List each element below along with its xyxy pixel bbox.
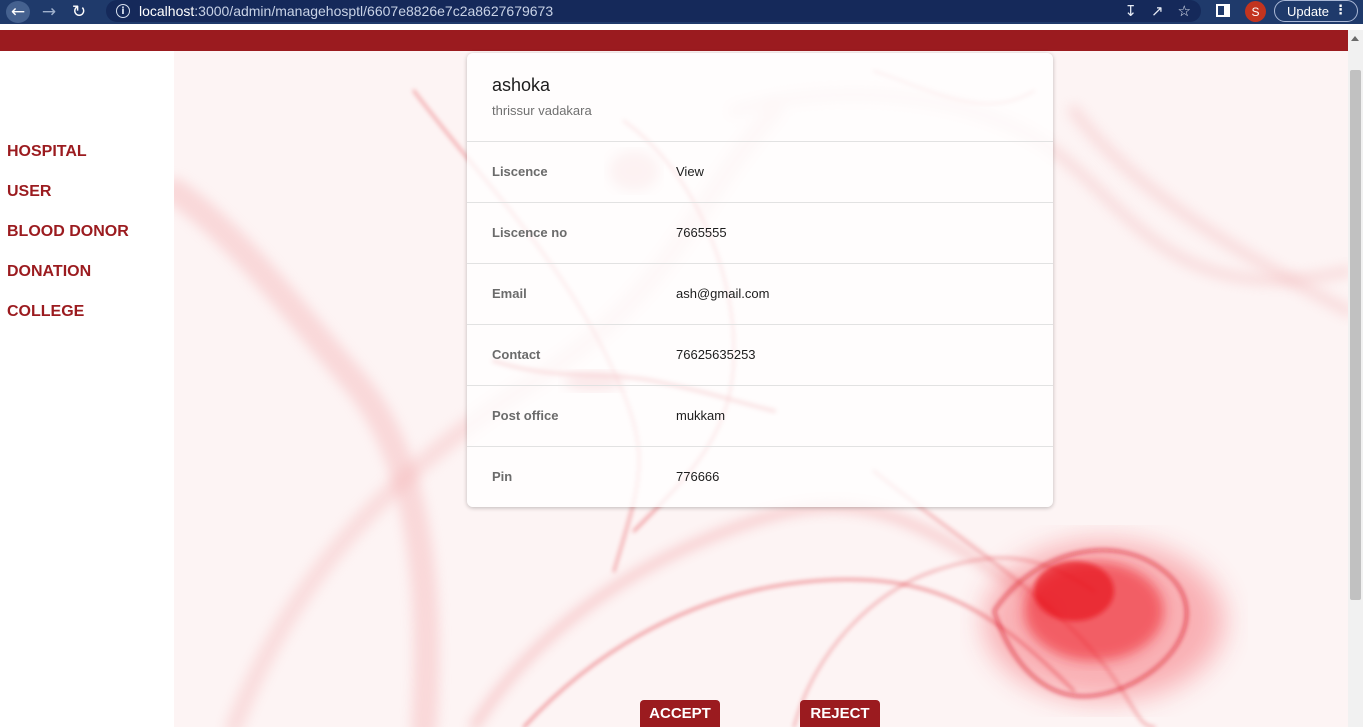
share-icon[interactable]: ↗ bbox=[1151, 2, 1164, 20]
url-host: localhost bbox=[139, 3, 195, 19]
side-panel-icon[interactable] bbox=[1216, 4, 1230, 17]
detail-label: Email bbox=[492, 286, 527, 301]
sidebar-item-college[interactable]: COLLEGE bbox=[7, 303, 84, 321]
detail-value: 76625635253 bbox=[676, 347, 756, 362]
detail-row-liscence: Liscence View bbox=[467, 141, 1053, 202]
sidebar-item-donation[interactable]: DONATION bbox=[7, 263, 91, 281]
detail-row-pin: Pin 776666 bbox=[467, 446, 1053, 507]
reject-button[interactable]: REJECT bbox=[800, 700, 880, 727]
hospital-detail-card: ashoka thrissur vadakara Liscence View L… bbox=[467, 53, 1053, 507]
hospital-name: ashoka bbox=[492, 75, 551, 95]
back-arrow-icon[interactable]: ← bbox=[6, 1, 30, 23]
accept-button[interactable]: ACCEPT bbox=[640, 700, 720, 727]
sidebar-item-user[interactable]: USER bbox=[7, 183, 51, 201]
detail-label: Post office bbox=[492, 408, 559, 423]
detail-value: 776666 bbox=[676, 469, 720, 484]
detail-label: Pin bbox=[492, 469, 513, 484]
detail-value: ash@gmail.com bbox=[676, 286, 770, 301]
sidebar: HOSPITAL USER BLOOD DONOR DONATION COLLE… bbox=[0, 51, 174, 727]
site-info-icon[interactable]: i bbox=[116, 4, 130, 18]
update-label: Update bbox=[1287, 3, 1329, 19]
detail-row-post-office: Post office mukkam bbox=[467, 385, 1053, 446]
forward-arrow-icon[interactable]: → bbox=[34, 0, 64, 24]
profile-avatar[interactable]: S bbox=[1245, 1, 1266, 22]
install-app-icon[interactable]: ↧ bbox=[1124, 2, 1137, 20]
hospital-address: thrissur vadakara bbox=[492, 103, 592, 118]
header-bar bbox=[0, 30, 1348, 51]
detail-label: Liscence bbox=[492, 164, 548, 179]
bookmark-star-icon[interactable]: ☆ bbox=[1178, 2, 1191, 20]
detail-row-contact: Contact 76625635253 bbox=[467, 324, 1053, 385]
detail-row-liscence-no: Liscence no 7665555 bbox=[467, 202, 1053, 263]
reload-icon[interactable]: ↻ bbox=[64, 0, 94, 24]
detail-label: Contact bbox=[492, 347, 541, 362]
detail-label: Liscence no bbox=[492, 225, 568, 240]
detail-value: 7665555 bbox=[676, 225, 727, 240]
sidebar-item-blood-donor[interactable]: BLOOD DONOR bbox=[7, 223, 129, 241]
detail-row-email: Email ash@gmail.com bbox=[467, 263, 1053, 324]
page-scrollbar[interactable] bbox=[1348, 30, 1363, 727]
menu-dots-icon[interactable]: ⋮ bbox=[1334, 3, 1347, 18]
update-button[interactable]: Update ⋮ bbox=[1274, 0, 1358, 22]
url-path: :3000/admin/managehosptl/6607e8826e7c2a8… bbox=[194, 3, 554, 19]
address-bar[interactable]: i localhost:3000/admin/managehosptl/6607… bbox=[106, 0, 1201, 22]
browser-toolbar: ← → ↻ i localhost:3000/admin/managehospt… bbox=[0, 0, 1363, 24]
detail-value: mukkam bbox=[676, 408, 726, 423]
scroll-thumb[interactable] bbox=[1350, 70, 1361, 600]
view-liscence-link[interactable]: View bbox=[676, 164, 704, 179]
sidebar-item-hospital[interactable]: HOSPITAL bbox=[7, 143, 87, 161]
scroll-up-arrow-icon[interactable] bbox=[1351, 36, 1359, 41]
